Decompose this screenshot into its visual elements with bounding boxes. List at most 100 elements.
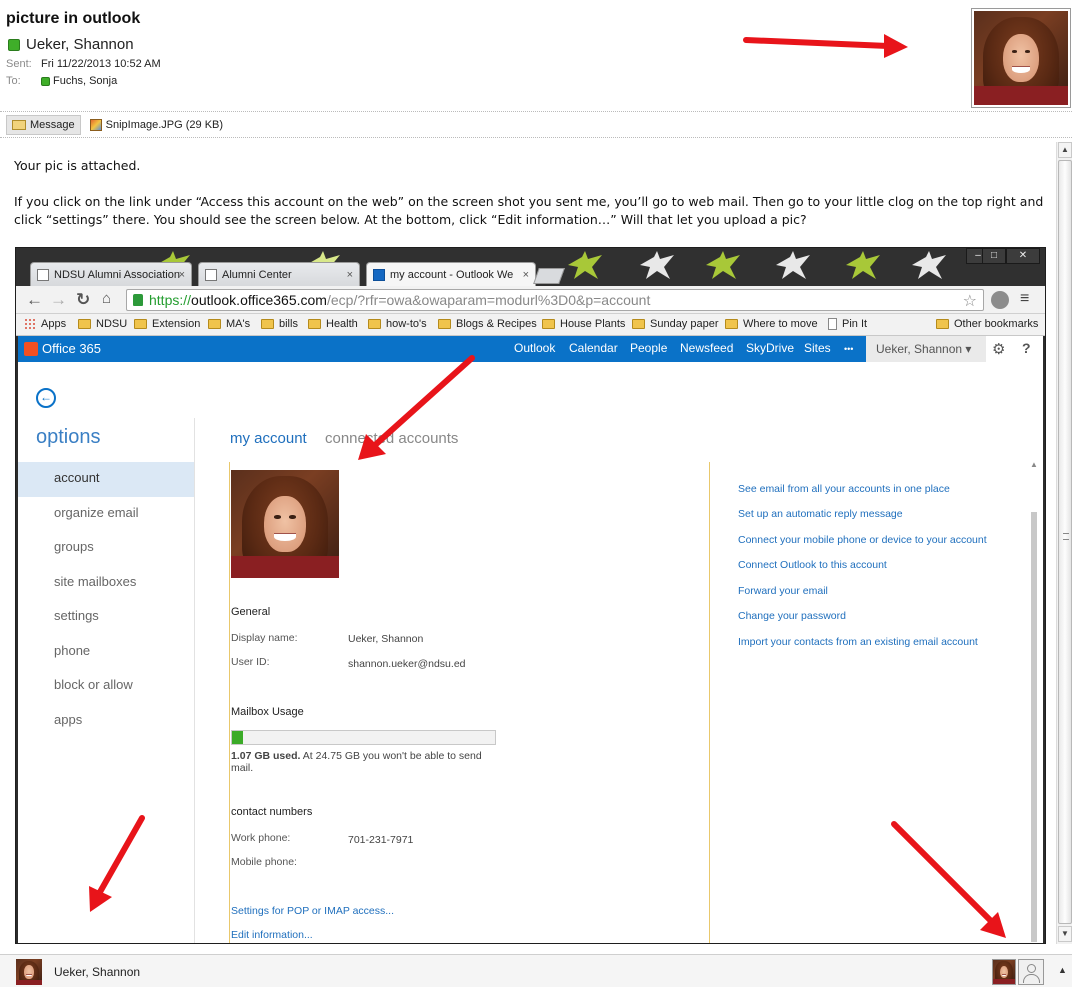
recipient-name[interactable]: Fuchs, Sonja [53, 75, 117, 87]
bookmark-folder[interactable]: Health [308, 318, 358, 330]
maximize-button[interactable]: □ [982, 248, 1006, 264]
bookmark-folder[interactable]: Extension [134, 318, 200, 330]
right-link-auto-reply[interactable]: Set up an automatic reply message [738, 508, 903, 520]
back-circle-icon[interactable]: ← [36, 388, 56, 408]
sender-contact-photo[interactable] [971, 8, 1071, 108]
help-icon[interactable]: ? [1022, 340, 1031, 356]
nav-skydrive[interactable]: SkyDrive [746, 341, 794, 355]
expand-people-pane-icon[interactable]: ▲ [1058, 965, 1067, 975]
nav-item-settings[interactable]: settings [18, 600, 194, 635]
tab-my-account[interactable]: my account [230, 430, 307, 447]
bookmark-folder[interactable]: House Plants [542, 318, 625, 330]
nav-people[interactable]: People [630, 341, 667, 355]
forward-arrow-icon[interactable]: → [50, 290, 67, 310]
bookmark-folder[interactable]: MA's [208, 318, 250, 330]
browser-tab-alumni-center[interactable]: Alumni Center × [198, 262, 360, 286]
close-icon[interactable]: × [523, 269, 529, 281]
people-pane-photo[interactable] [16, 959, 42, 985]
extension-icon[interactable] [991, 291, 1009, 309]
browser-tab-ndsu-alumni[interactable]: NDSU Alumni Association × [30, 262, 192, 286]
to-value[interactable]: Fuchs, Sonja [41, 75, 117, 87]
apps-grid-icon [24, 318, 36, 330]
right-link-connect-outlook[interactable]: Connect Outlook to this account [738, 559, 887, 571]
scroll-down-button[interactable]: ▼ [1058, 926, 1072, 942]
people-pane-thumb-shannon[interactable] [992, 959, 1016, 985]
scrollbar-thumb[interactable] [1058, 160, 1072, 924]
nav-item-site-mailboxes[interactable]: site mailboxes [18, 566, 194, 601]
browser-tab-my-account[interactable]: my account - Outlook We × [366, 262, 536, 286]
folder-icon [725, 319, 738, 329]
bookmark-folder[interactable]: NDSU [78, 318, 127, 330]
edit-information-link[interactable]: Edit information... [231, 929, 313, 941]
owa-scrollbar[interactable]: ▲ [1028, 460, 1040, 943]
office365-logo[interactable]: Office 365 [24, 341, 101, 356]
back-arrow-icon[interactable]: ← [26, 290, 43, 310]
page-icon [205, 268, 217, 281]
owa-options-page: ← options account organize email groups … [18, 362, 1043, 943]
bookmark-folder[interactable]: Blogs & Recipes [438, 318, 537, 330]
close-window-button[interactable]: ✕ [1006, 248, 1040, 264]
sender-name[interactable]: Ueker, Shannon [26, 36, 134, 53]
attachment-divider [0, 137, 1072, 138]
to-row: To: Fuchs, Sonja [6, 75, 117, 87]
right-link-forward[interactable]: Forward your email [738, 585, 828, 597]
address-bar[interactable]: https://outlook.office365.com/ecp/?rfr=o… [126, 289, 984, 311]
scroll-up-button[interactable]: ▲ [1058, 142, 1072, 158]
nav-item-groups[interactable]: groups [18, 531, 194, 566]
bookmark-folder[interactable]: Sunday paper [632, 318, 719, 330]
user-menu[interactable]: Ueker, Shannon ▾ [866, 336, 986, 362]
nav-sites[interactable]: Sites [804, 341, 831, 355]
user-id-label: User ID: [231, 656, 270, 668]
new-tab-button[interactable] [533, 268, 565, 284]
grip-icon [1063, 533, 1069, 540]
scroll-up-arrow-icon[interactable]: ▲ [1030, 460, 1038, 469]
tab-connected-accounts[interactable]: connected accounts [325, 430, 458, 447]
hamburger-menu-icon[interactable]: ≡ [1020, 290, 1029, 308]
gear-icon[interactable]: ⚙ [992, 340, 1005, 358]
bookmark-page[interactable]: Pin It [828, 318, 867, 330]
nav-item-account[interactable]: account [18, 462, 194, 497]
pop-imap-settings-link[interactable]: Settings for POP or IMAP access... [231, 905, 394, 917]
people-pane-name[interactable]: Ueker, Shannon [54, 965, 140, 979]
message-scrollbar[interactable]: ▲ ▼ [1056, 142, 1072, 944]
bookmark-apps[interactable]: Apps [24, 318, 66, 330]
bookmark-label: Other bookmarks [954, 318, 1039, 330]
bookmark-folder[interactable]: Where to move [725, 318, 818, 330]
home-icon[interactable]: ⌂ [102, 290, 111, 307]
presence-icon [8, 38, 20, 51]
right-link-mobile[interactable]: Connect your mobile phone or device to y… [738, 534, 987, 546]
more-icon[interactable]: ••• [844, 344, 853, 354]
nav-outlook[interactable]: Outlook [514, 341, 555, 355]
right-link-see-email[interactable]: See email from all your accounts in one … [738, 483, 950, 495]
mailbox-usage-bar [231, 730, 496, 745]
folder-icon [308, 319, 321, 329]
nav-item-block-or-allow[interactable]: block or allow [18, 669, 194, 704]
other-bookmarks[interactable]: Other bookmarks [936, 318, 1038, 330]
bookmark-label: MA's [226, 318, 251, 330]
right-link-import-contacts[interactable]: Import your contacts from an existing em… [738, 636, 978, 648]
nav-item-organize-email[interactable]: organize email [18, 497, 194, 532]
bookmark-star-icon[interactable]: ☆ [963, 291, 977, 311]
right-link-change-password[interactable]: Change your password [738, 610, 846, 622]
close-icon[interactable]: × [347, 269, 353, 281]
nav-calendar[interactable]: Calendar [569, 341, 618, 355]
close-icon[interactable]: × [179, 269, 185, 281]
people-pane-thumb-placeholder[interactable] [1018, 959, 1044, 985]
body-line-1: Your pic is attached. [14, 158, 141, 173]
content-divider-left [229, 462, 230, 943]
nav-item-phone[interactable]: phone [18, 635, 194, 670]
bookmark-folder[interactable]: bills [261, 318, 298, 330]
contact-numbers-heading: contact numbers [231, 806, 313, 818]
work-phone-value: 701-231-7971 [348, 834, 414, 846]
nav-newsfeed[interactable]: Newsfeed [680, 341, 733, 355]
sender-row[interactable]: Ueker, Shannon [8, 36, 134, 53]
display-name-value: Ueker, Shannon [348, 633, 424, 645]
attachment-file[interactable]: SnipImage.JPG (29 KB) [85, 115, 228, 135]
message-tab[interactable]: Message [6, 115, 81, 135]
owa-scrollbar-thumb[interactable] [1031, 512, 1037, 942]
body-line-2: If you click on the link under “Access t… [14, 194, 1044, 227]
bookmark-folder[interactable]: how-to's [368, 318, 427, 330]
reload-icon[interactable]: ↻ [76, 290, 90, 310]
nav-item-apps[interactable]: apps [18, 704, 194, 739]
office365-logo-text: Office 365 [42, 341, 102, 356]
